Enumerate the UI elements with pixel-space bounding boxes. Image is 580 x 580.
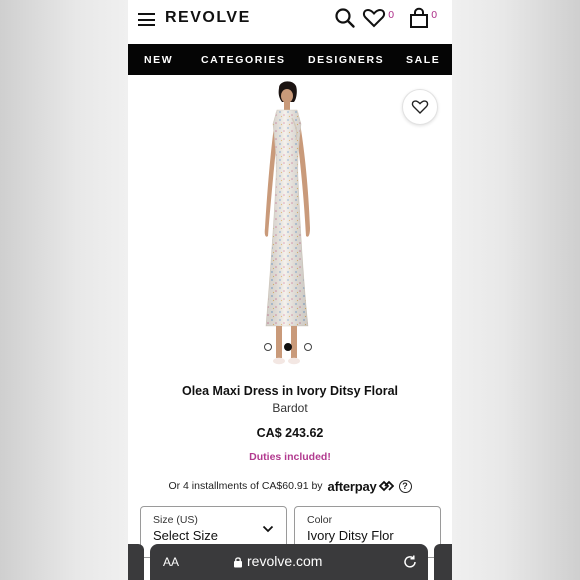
image-pagination	[264, 343, 324, 353]
color-select-value: Ivory Ditsy Flor	[307, 528, 394, 543]
background-left	[0, 0, 128, 580]
search-icon[interactable]	[334, 7, 356, 29]
menu-icon[interactable]	[138, 13, 155, 26]
nav-item-new[interactable]: NEW	[144, 54, 173, 66]
afterpay-installments: Or 4 installments of CA$60.91 by afterpa…	[128, 477, 452, 495]
background-right	[452, 0, 580, 580]
duties-note: Duties included!	[249, 451, 331, 463]
lock-icon	[234, 557, 242, 568]
browser-address-bar[interactable]: AA revolve.com	[150, 544, 428, 580]
text-size-button[interactable]: AA	[163, 555, 179, 569]
pagination-dot[interactable]	[304, 343, 312, 351]
site-header: REVOLVE 0 0	[128, 0, 452, 42]
product-image[interactable]	[246, 78, 336, 378]
size-select-label: Size (US)	[153, 514, 198, 526]
pagination-dot[interactable]	[264, 343, 272, 351]
browser-tab-edge	[128, 544, 144, 580]
heart-icon[interactable]	[362, 7, 386, 29]
size-select-value: Select Size	[153, 528, 219, 543]
product-title: Olea Maxi Dress in Ivory Ditsy Floral	[181, 384, 399, 398]
wishlist-count: 0	[388, 10, 395, 21]
afterpay-brand: afterpay	[327, 478, 377, 494]
reload-icon[interactable]	[402, 554, 418, 570]
product-price: CA$ 243.62	[256, 426, 324, 440]
afterpay-logo-icon	[378, 480, 394, 492]
bag-icon[interactable]	[408, 7, 430, 29]
browser-tab-edge	[434, 544, 452, 580]
add-to-favorites-button[interactable]	[402, 89, 438, 125]
nav-item-categories[interactable]: CATEGORIES	[201, 54, 286, 66]
site-logo[interactable]: REVOLVE	[165, 9, 251, 27]
chevron-down-icon	[262, 525, 274, 533]
cart-count: 0	[431, 10, 438, 21]
phone-screen: REVOLVE 0 0 NEW CATEGORIES DESIGNERS SAL…	[128, 0, 452, 580]
installments-text: Or 4 installments of CA$60.91 by	[168, 480, 323, 492]
color-select-label: Color	[307, 514, 333, 526]
url-text[interactable]: revolve.com	[247, 553, 322, 569]
heart-outline-icon	[411, 100, 429, 114]
pagination-dot-active[interactable]	[284, 343, 292, 351]
nav-item-designers[interactable]: DESIGNERS	[308, 54, 384, 66]
info-icon[interactable]: ?	[398, 479, 412, 493]
nav-item-sale[interactable]: SALE	[406, 54, 440, 66]
category-nav: NEW CATEGORIES DESIGNERS SALE	[128, 44, 452, 75]
product-brand[interactable]: Bardot	[128, 401, 452, 415]
